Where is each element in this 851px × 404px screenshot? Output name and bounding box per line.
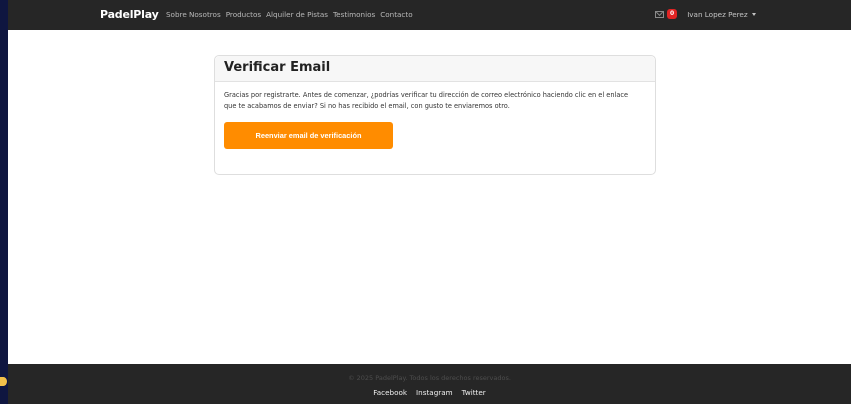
verify-email-card: Verificar Email Gracias por registrarte.…: [214, 55, 656, 175]
nav-link-testimonios[interactable]: Testimonios: [333, 10, 375, 19]
page: PadelPlay Sobre Nosotros Productos Alqui…: [8, 0, 851, 404]
nav-link-sobre-nosotros[interactable]: Sobre Nosotros: [166, 10, 221, 19]
card-header: Verificar Email: [215, 56, 655, 82]
side-indicator: [0, 377, 7, 386]
user-menu-toggle[interactable]: Ivan Lopez Perez: [687, 10, 747, 19]
resend-verification-button[interactable]: Reenviar email de verificación: [224, 122, 393, 149]
footer: © 2025 PadelPlay. Todos los derechos res…: [8, 364, 851, 404]
navbar: PadelPlay Sobre Nosotros Productos Alqui…: [8, 0, 851, 30]
footer-link-facebook[interactable]: Facebook: [373, 388, 407, 397]
nav-link-contacto[interactable]: Contacto: [380, 10, 412, 19]
footer-link-twitter[interactable]: Twitter: [462, 388, 486, 397]
verification-message: Gracias por registrarte. Antes de comenz…: [224, 91, 629, 110]
brand-logo[interactable]: PadelPlay: [100, 8, 159, 21]
copyright-text: © 2025 PadelPlay. Todos los derechos res…: [348, 374, 511, 382]
page-title: Verificar Email: [224, 60, 331, 75]
chevron-down-icon[interactable]: [751, 12, 756, 16]
footer-links: Facebook Instagram Twitter: [8, 388, 851, 397]
notification-badge: 0: [667, 9, 678, 19]
mail-icon[interactable]: [655, 10, 664, 18]
nav-links: Sobre Nosotros Productos Alquiler de Pis…: [166, 10, 413, 19]
footer-link-instagram[interactable]: Instagram: [416, 388, 453, 397]
nav-right: 0 Ivan Lopez Perez: [655, 9, 756, 19]
nav-link-alquiler-de-pistas[interactable]: Alquiler de Pistas: [266, 10, 328, 19]
nav-link-productos[interactable]: Productos: [226, 10, 261, 19]
card-body: Gracias por registrarte. Antes de comenz…: [215, 82, 655, 157]
